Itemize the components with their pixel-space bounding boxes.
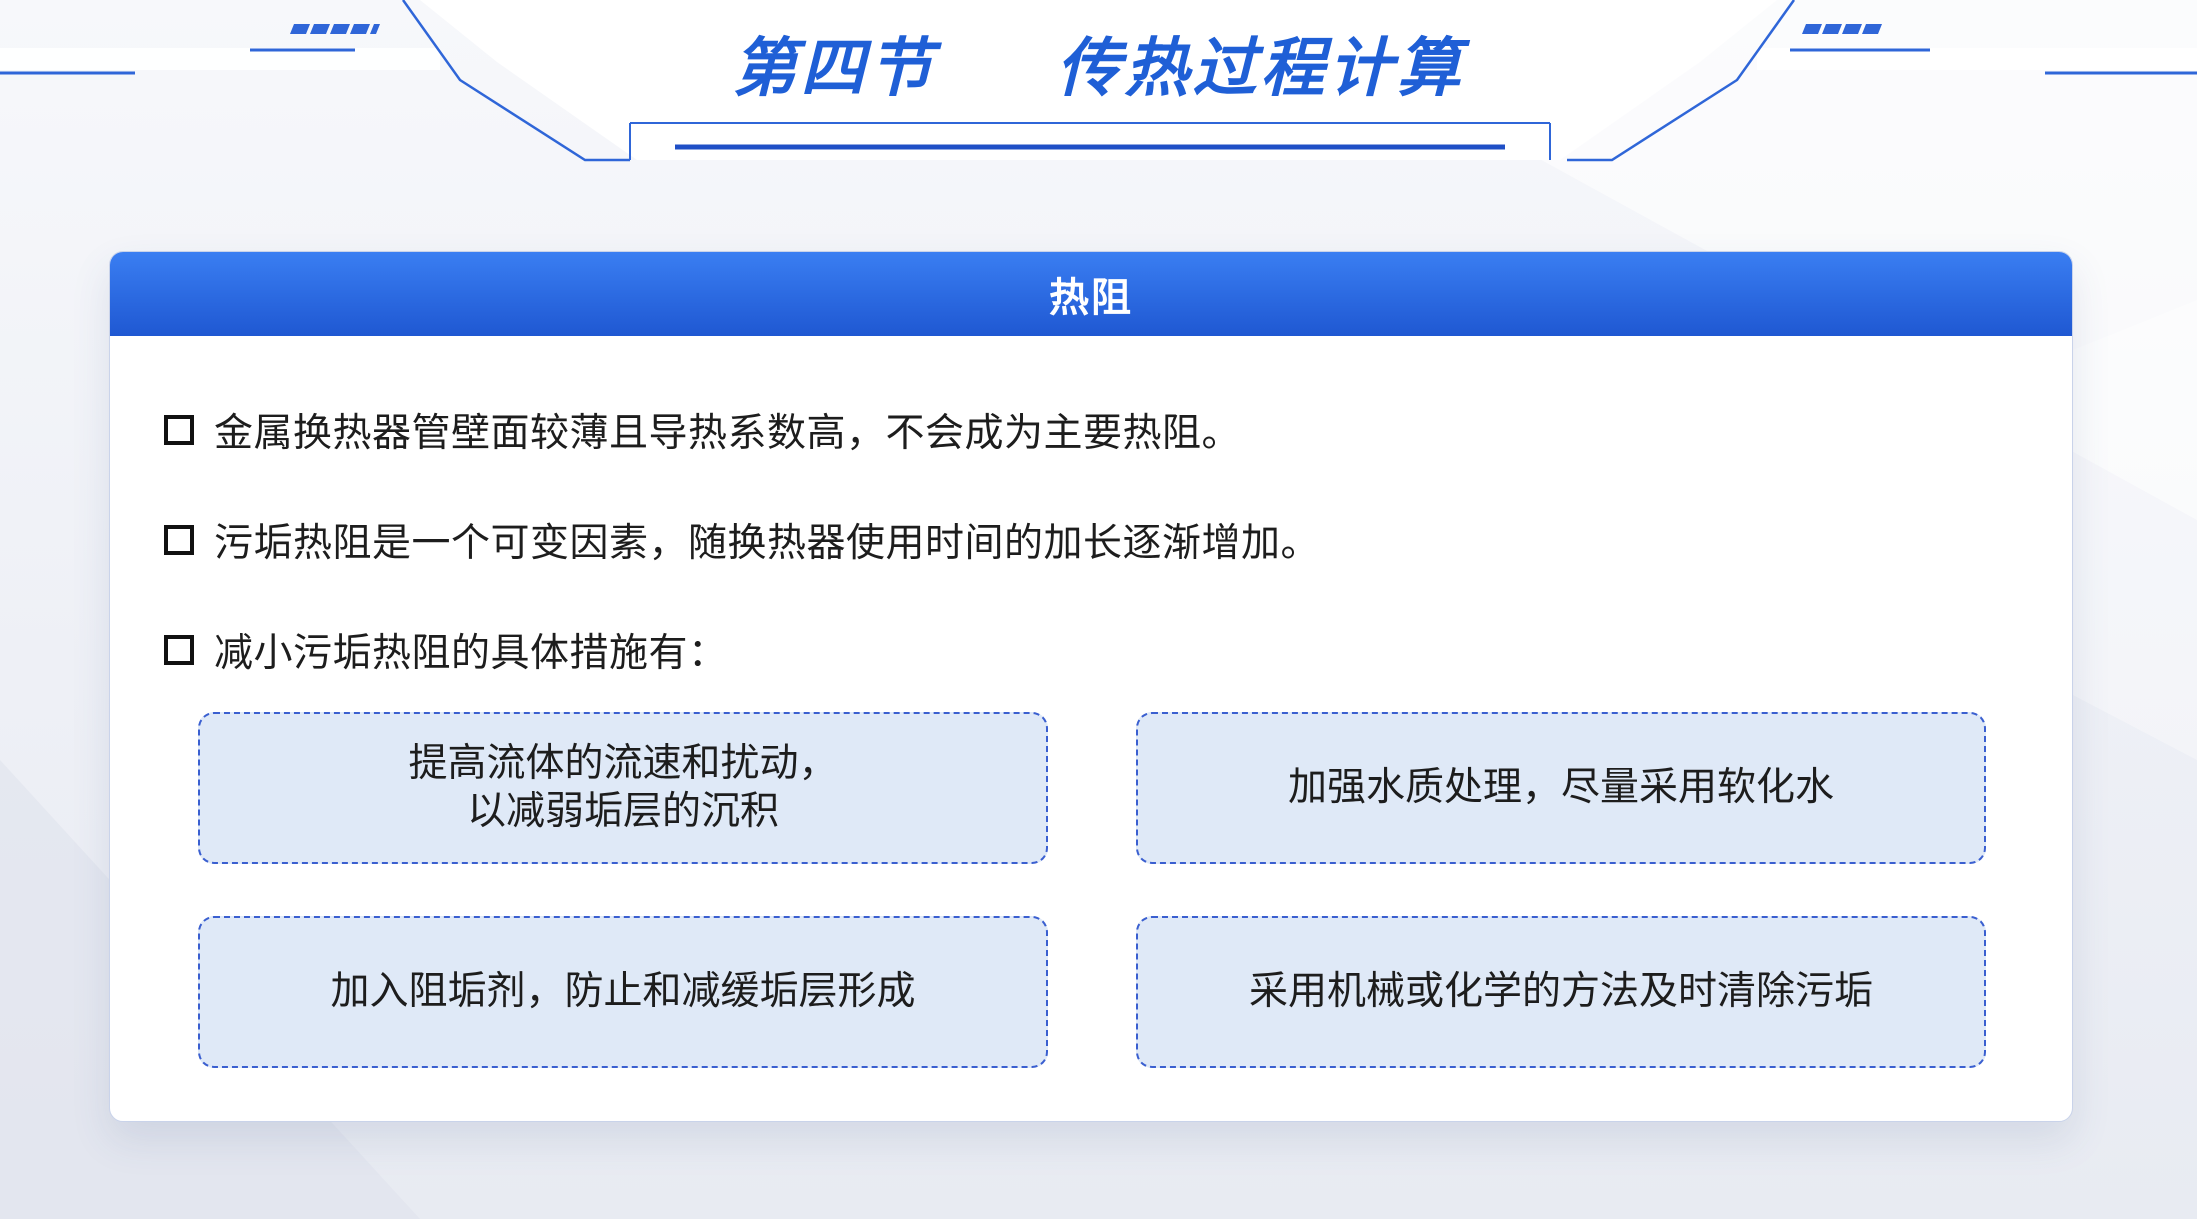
measure-box: 采用机械或化学的方法及时清除污垢: [1136, 916, 1986, 1068]
bullet-text: 污垢热阻是一个可变因素，随换热器使用时间的加长逐渐增加。: [214, 521, 1321, 566]
bullet-item: 污垢热阻是一个可变因素，随换热器使用时间的加长逐渐增加。: [164, 512, 1320, 568]
measure-text: 加强水质处理，尽量采用软化水: [1287, 765, 1834, 810]
checkbox-square-icon: [164, 525, 194, 555]
bullet-item: 金属换热器管壁面较薄且导热系数高，不会成为主要热阻。: [164, 402, 1241, 458]
measure-text: 采用机械或化学的方法及时清除污垢: [1248, 969, 1873, 1014]
measure-box: 加强水质处理，尽量采用软化水: [1136, 712, 1986, 864]
checkbox-square-icon: [164, 635, 194, 665]
measure-text: 加入阻垢剂，防止和减缓垢层形成: [330, 969, 916, 1014]
measure-box: 提高流体的流速和扰动， 以减弱垢层的沉积: [198, 712, 1048, 864]
bullet-text: 减小污垢热阻的具体措施有：: [214, 631, 728, 676]
card-title-bar: 热阻: [110, 252, 2072, 336]
page-title: 第四节 传热过程计算: [0, 18, 2197, 108]
card-title: 热阻: [1049, 275, 1133, 321]
checkbox-square-icon: [164, 415, 194, 445]
measure-box: 加入阻垢剂，防止和减缓垢层形成: [198, 916, 1048, 1068]
bullet-text: 金属换热器管壁面较薄且导热系数高，不会成为主要热阻。: [214, 411, 1242, 456]
section-label: 第四节: [732, 32, 937, 106]
section-title: 传热过程计算: [1056, 32, 1465, 106]
bullet-item: 减小污垢热阻的具体措施有：: [164, 622, 728, 678]
measure-text: 提高流体的流速和扰动， 以减弱垢层的沉积: [408, 741, 838, 834]
content-card: 热阻 金属换热器管壁面较薄且导热系数高，不会成为主要热阻。 污垢热阻是一个可变因…: [109, 251, 2073, 1122]
